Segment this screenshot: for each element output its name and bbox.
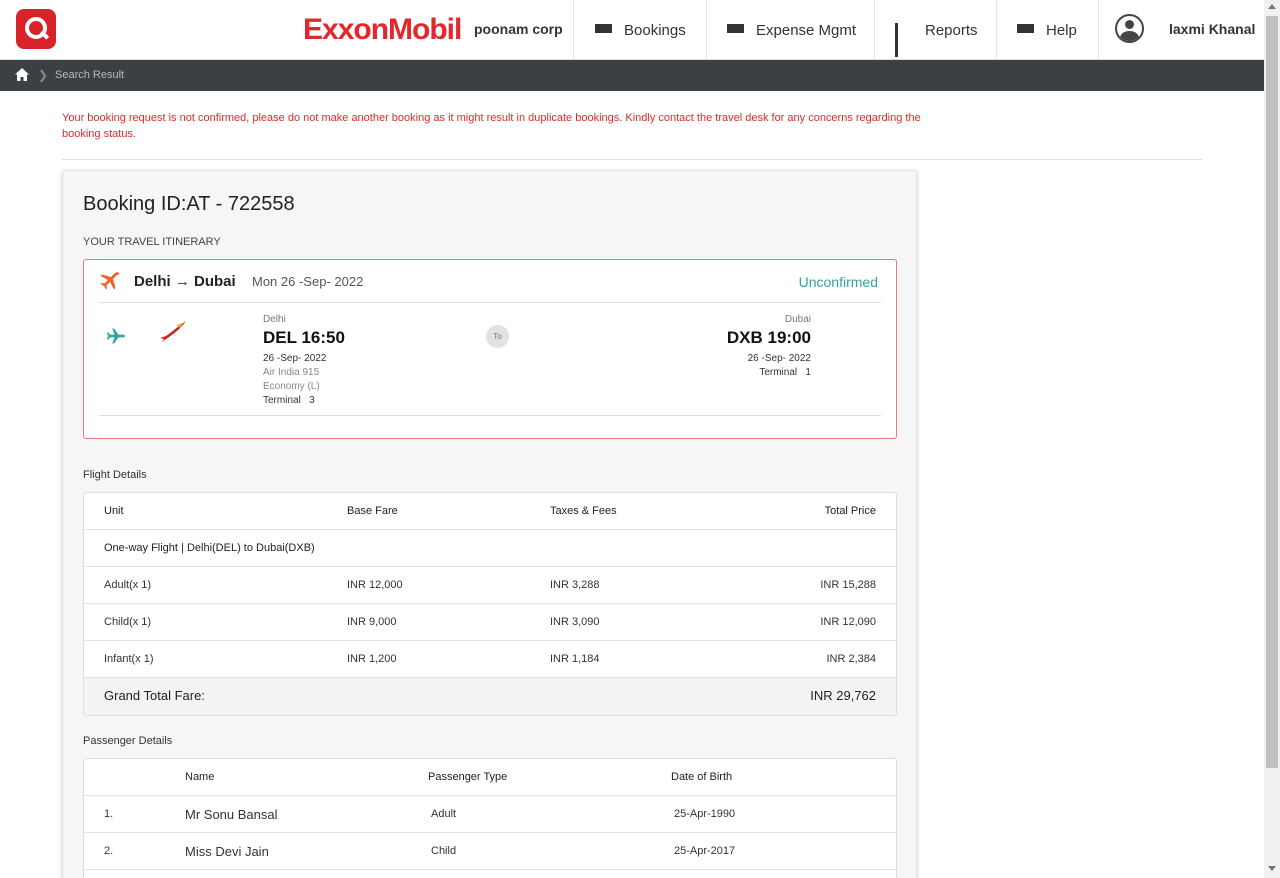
home-icon[interactable] (15, 68, 29, 81)
base-fare-cell: INR 9,000 (347, 616, 397, 628)
menu-icon (595, 23, 612, 37)
departure-city: Delhi (263, 314, 286, 325)
route-date: Mon 26 -Sep- 2022 (252, 274, 364, 289)
unit-cell: Child(x 1) (104, 616, 152, 628)
scrollbar-thumb[interactable] (1266, 16, 1278, 768)
col-header-passenger-type: Passenger Type (428, 771, 508, 783)
grand-total-label: Grand Total Fare: (104, 688, 205, 703)
departure-info: Delhi DEL 16:50 26 -Sep- 2022 Air India … (263, 314, 345, 408)
passenger-number: 2. (104, 845, 114, 857)
route-title: Delhi → Dubai (134, 273, 236, 290)
unit-cell: Infant(x 1) (104, 653, 154, 665)
passenger-number: 1. (104, 808, 114, 820)
divider (99, 415, 881, 416)
table-row: Child(x 1) INR 9,000 INR 3,090 INR 12,09… (84, 604, 896, 641)
user-avatar-icon (1115, 14, 1144, 43)
divider (99, 302, 881, 303)
breadcrumb-current: Search Result (55, 69, 125, 81)
departure-terminal: Terminal 3 (263, 395, 315, 406)
brand-logo: ExxonMobil (303, 13, 462, 46)
unit-cell: Adult(x 1) (104, 579, 152, 591)
col-header-name: Name (185, 771, 215, 783)
base-fare-cell: INR 12,000 (347, 579, 403, 591)
nav-bookings-label: Bookings (624, 21, 686, 39)
departure-date: 26 -Sep- 2022 (263, 353, 327, 364)
booking-id: Booking ID:AT - 722558 (83, 193, 295, 215)
passenger-table: Name Passenger Type Date of Birth 1. Mr … (83, 758, 897, 878)
cabin-class: Economy (L) (263, 381, 320, 392)
air-india-logo-icon (160, 321, 186, 342)
col-header-base-fare: Base Fare (347, 505, 398, 517)
grand-total-value: INR 29,762 (810, 688, 876, 703)
nav-expense-label: Expense Mgmt (756, 21, 857, 39)
plane-icon (100, 272, 120, 290)
itinerary-title: YOUR TRAVEL ITINERARY (83, 236, 221, 248)
passenger-dob: 25-Apr-2017 (674, 845, 736, 857)
nav-bookings[interactable]: Bookings (573, 0, 707, 60)
nav-help-label: Help (1046, 21, 1077, 39)
user-name: laxmi Khanal (1169, 21, 1256, 37)
table-header-row: Unit Base Fare Taxes & Fees Total Price (84, 493, 896, 530)
col-header-taxes: Taxes & Fees (550, 505, 617, 517)
table-row: Infant(x 1) INR 1,200 INR 1,184 INR 2,38… (84, 641, 896, 678)
corporate-name: poonam corp (474, 21, 563, 37)
divider (62, 159, 1202, 160)
grand-total-row: Grand Total Fare: INR 29,762 (84, 678, 896, 715)
table-row: 1. Mr Sonu Bansal Adult 25-Apr-1990 (84, 796, 896, 833)
user-menu[interactable]: laxmi Khanal (1098, 0, 1264, 60)
arrival-code-time: DXB 19:00 (726, 328, 811, 347)
arrival-date: 26 -Sep- 2022 (747, 353, 811, 364)
nav-help[interactable]: Help (996, 0, 1099, 60)
nav-reports-label: Reports (925, 21, 978, 39)
breadcrumb: ❯ Search Result (0, 60, 1264, 91)
total-cell: INR 15,288 (820, 579, 876, 591)
passenger-type: Child (431, 845, 457, 857)
table-row: One-way Flight | Delhi(DEL) to Dubai(DXB… (84, 530, 896, 567)
booking-warning-message: Your booking request is not confirmed, p… (62, 112, 921, 140)
itinerary-box: Delhi → Dubai Mon 26 -Sep- 2022 Unconfir… (83, 259, 897, 439)
top-header: ExxonMobil poonam corp Bookings Expense … (0, 0, 1264, 60)
table-row: 2. Miss Devi Jain Child 25-Apr-2017 (84, 833, 896, 870)
table-row (84, 870, 896, 878)
fare-table: Unit Base Fare Taxes & Fees Total Price … (83, 492, 897, 716)
booking-card: Booking ID:AT - 722558 YOUR TRAVEL ITINE… (62, 170, 917, 878)
col-header-total: Total Price (824, 505, 876, 517)
table-header-row: Name Passenger Type Date of Birth (84, 759, 896, 796)
to-badge: To (486, 325, 509, 348)
nav-reports[interactable]: Reports (874, 0, 997, 60)
passenger-details-title: Passenger Details (83, 735, 173, 747)
flight-details-title: Flight Details (83, 469, 147, 481)
passenger-type: Adult (431, 808, 457, 820)
arrival-city: Dubai (784, 314, 811, 325)
menu-icon (727, 23, 744, 37)
col-header-unit: Unit (104, 505, 124, 517)
route-row-label: One-way Flight | Delhi(DEL) to Dubai(DXB… (104, 542, 315, 554)
total-cell: INR 12,090 (820, 616, 876, 628)
passenger-name: Miss Devi Jain (185, 844, 269, 859)
arrival-terminal: Terminal 1 (759, 367, 811, 378)
app-logo-icon[interactable] (16, 9, 56, 49)
departure-code-time: DEL 16:50 (263, 328, 345, 347)
scroll-down-arrow-icon[interactable] (1268, 866, 1276, 871)
col-header-dob: Date of Birth (671, 771, 733, 783)
breadcrumb-separator-icon: ❯ (38, 68, 49, 82)
passenger-name: Mr Sonu Bansal (185, 807, 278, 822)
base-fare-cell: INR 1,200 (347, 653, 397, 665)
table-row: Adult(x 1) INR 12,000 INR 3,288 INR 15,2… (84, 567, 896, 604)
passenger-dob: 25-Apr-1990 (674, 808, 736, 820)
taxes-cell: INR 3,288 (550, 579, 600, 591)
nav-expense-mgmt[interactable]: Expense Mgmt (706, 0, 875, 60)
taxes-cell: INR 3,090 (550, 616, 600, 628)
bar-chart-icon (895, 23, 913, 57)
flight-number: Air India 915 (263, 367, 320, 378)
scroll-up-arrow-icon[interactable] (1268, 4, 1276, 9)
menu-icon (1017, 23, 1034, 37)
flight-segment-plane-icon (107, 328, 125, 344)
taxes-cell: INR 1,184 (550, 653, 600, 665)
arrival-info: Dubai DXB 19:00 26 -Sep- 2022 Terminal 1 (727, 314, 811, 380)
status-badge: Unconfirmed (798, 274, 878, 290)
total-cell: INR 2,384 (826, 653, 876, 665)
